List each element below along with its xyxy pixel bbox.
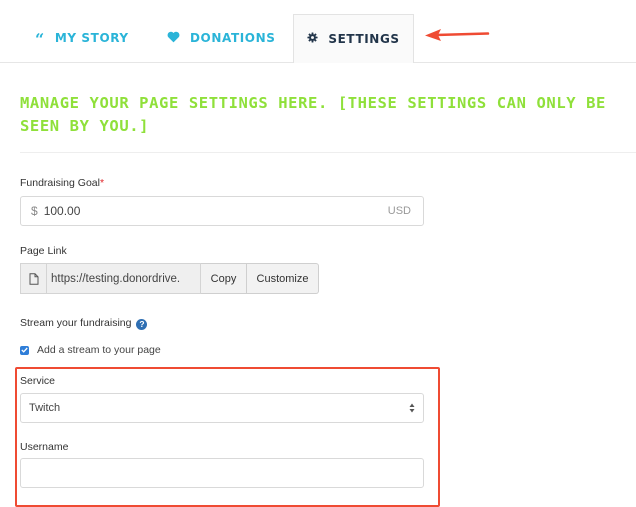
gear-icon <box>307 32 318 46</box>
page-link-label: Page Link <box>20 245 67 257</box>
help-icon[interactable]: ? <box>136 319 148 330</box>
fundraising-goal-label-text: Fundraising Goal <box>20 177 100 189</box>
stream-label: Stream your fundraising? <box>20 317 148 330</box>
red-arrow-annotation <box>425 29 490 41</box>
required-mark: * <box>99 177 105 189</box>
tab-my-story[interactable]: “ MY STORY <box>35 14 129 62</box>
quote-icon: “ <box>35 30 45 49</box>
heart-icon <box>167 31 180 46</box>
divider <box>20 152 636 153</box>
add-stream-checkbox[interactable] <box>20 345 29 355</box>
tab-my-story-label: MY STORY <box>54 31 129 45</box>
tab-donations[interactable]: DONATIONS <box>167 14 276 62</box>
add-stream-row: Add a stream to your page <box>20 344 161 356</box>
currency-unit: USD <box>387 205 411 217</box>
page-link-field[interactable]: https://testing.donordrive. <box>46 263 201 294</box>
page-heading: MANAGE YOUR PAGE SETTINGS HERE. [THESE S… <box>20 94 606 135</box>
username-input[interactable] <box>20 458 424 488</box>
fundraising-goal-value: 100.00 <box>43 204 81 218</box>
currency-symbol: $ <box>31 204 38 218</box>
copy-button[interactable]: Copy <box>201 263 247 294</box>
document-icon <box>20 263 46 294</box>
fundraising-goal-label: Fundraising Goal* <box>20 177 104 189</box>
tab-bar: “ MY STORY DONATIONS SETTINGS <box>0 0 636 63</box>
tab-settings-label: SETTINGS <box>328 32 400 46</box>
page-link-group: https://testing.donordrive. Copy Customi… <box>20 263 319 294</box>
add-stream-checkbox-label: Add a stream to your page <box>37 344 161 356</box>
select-caret-icon <box>409 403 415 413</box>
service-label: Service <box>20 375 56 387</box>
service-select[interactable]: Twitch <box>20 393 424 423</box>
customize-button[interactable]: Customize <box>247 263 319 294</box>
checkmark-icon <box>21 347 28 353</box>
tab-donations-label: DONATIONS <box>190 31 276 45</box>
service-selected-value: Twitch <box>29 402 61 414</box>
fundraising-goal-input[interactable]: $ 100.00 USD <box>20 196 424 226</box>
stream-label-text: Stream your fundraising <box>20 317 132 329</box>
username-label: Username <box>20 441 69 453</box>
tab-settings[interactable]: SETTINGS <box>293 14 414 63</box>
